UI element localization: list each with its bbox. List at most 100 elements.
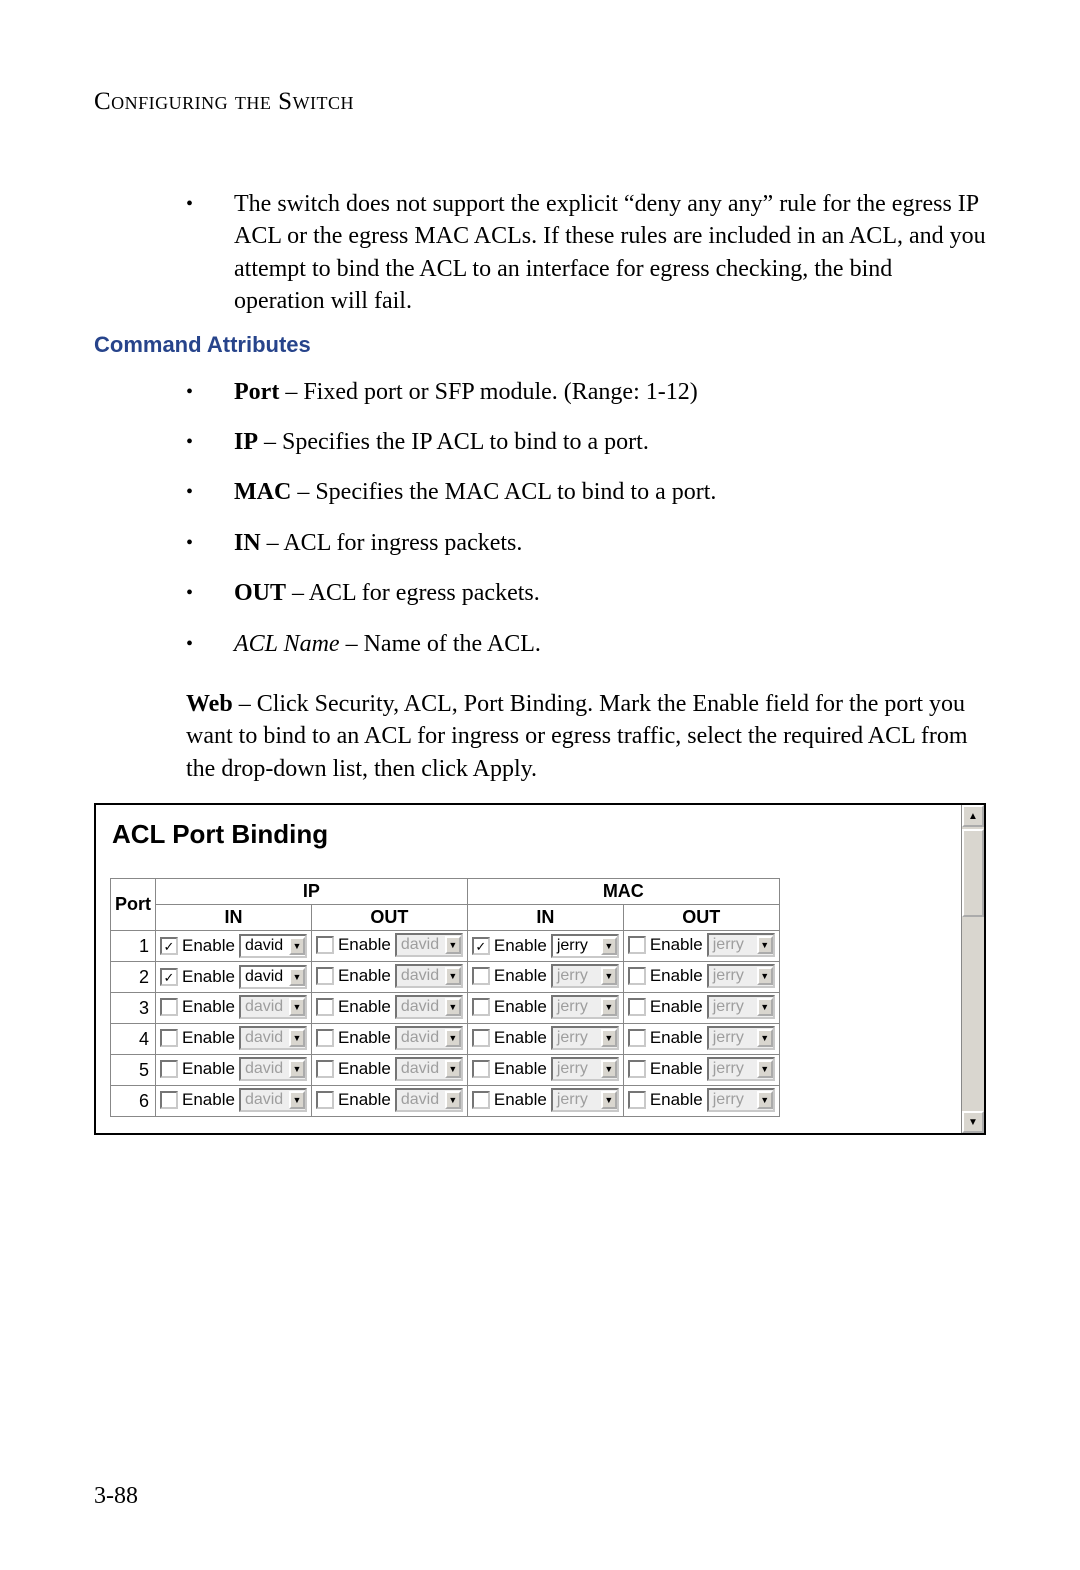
chevron-down-icon[interactable]: ▼ xyxy=(757,1060,773,1078)
acl-select-value: david xyxy=(397,1091,445,1109)
acl-select[interactable]: david▼ xyxy=(239,1026,307,1050)
enable-checkbox[interactable] xyxy=(316,1060,334,1078)
enable-checkbox[interactable] xyxy=(160,1029,178,1047)
chevron-down-icon[interactable]: ▼ xyxy=(445,1091,461,1109)
chevron-down-icon[interactable]: ▼ xyxy=(289,937,305,955)
scroll-down-icon[interactable]: ▼ xyxy=(962,1111,984,1133)
chevron-down-icon[interactable]: ▼ xyxy=(445,1029,461,1047)
chevron-down-icon[interactable]: ▼ xyxy=(757,936,773,954)
acl-select[interactable]: david▼ xyxy=(395,1026,463,1050)
acl-select[interactable]: jerry▼ xyxy=(551,995,619,1019)
acl-select[interactable]: jerry▼ xyxy=(707,995,775,1019)
acl-cell-ip-in: Enabledavid▼ xyxy=(156,931,312,962)
table-row: 1Enabledavid▼Enabledavid▼Enablejerry▼Ena… xyxy=(111,931,780,962)
chevron-down-icon[interactable]: ▼ xyxy=(445,998,461,1016)
chevron-down-icon[interactable]: ▼ xyxy=(601,998,617,1016)
enable-checkbox[interactable] xyxy=(472,1029,490,1047)
enable-checkbox[interactable] xyxy=(628,936,646,954)
chevron-down-icon[interactable]: ▼ xyxy=(289,1091,305,1109)
acl-select[interactable]: jerry▼ xyxy=(707,1057,775,1081)
chevron-down-icon[interactable]: ▼ xyxy=(445,967,461,985)
chevron-down-icon[interactable]: ▼ xyxy=(757,1091,773,1109)
acl-select[interactable]: david▼ xyxy=(395,964,463,988)
acl-select[interactable]: david▼ xyxy=(239,1057,307,1081)
acl-select[interactable]: jerry▼ xyxy=(707,1026,775,1050)
chevron-down-icon[interactable]: ▼ xyxy=(601,967,617,985)
enable-label: Enable xyxy=(182,1059,235,1079)
chevron-down-icon[interactable]: ▼ xyxy=(601,1060,617,1078)
acl-cell-ip-out: Enabledavid▼ xyxy=(311,993,467,1024)
acl-select[interactable]: david▼ xyxy=(395,1057,463,1081)
vertical-scrollbar[interactable]: ▲ ▼ xyxy=(961,805,984,1133)
enable-checkbox[interactable] xyxy=(160,1091,178,1109)
acl-select-value: jerry xyxy=(553,937,601,955)
bullet-icon: • xyxy=(186,628,234,660)
acl-select-value: jerry xyxy=(553,1091,601,1109)
enable-checkbox[interactable] xyxy=(160,937,178,955)
acl-select[interactable]: david▼ xyxy=(239,965,307,989)
enable-checkbox[interactable] xyxy=(472,937,490,955)
bullet-icon: • xyxy=(186,188,234,318)
enable-label: Enable xyxy=(182,967,235,987)
enable-checkbox[interactable] xyxy=(628,967,646,985)
enable-checkbox[interactable] xyxy=(316,998,334,1016)
web-path-lead: Web xyxy=(186,691,233,717)
enable-checkbox[interactable] xyxy=(472,1091,490,1109)
enable-label: Enable xyxy=(494,997,547,1017)
acl-select-value: jerry xyxy=(709,998,757,1016)
enable-label: Enable xyxy=(338,1028,391,1048)
acl-select[interactable]: jerry▼ xyxy=(707,1088,775,1112)
chevron-down-icon[interactable]: ▼ xyxy=(445,936,461,954)
enable-checkbox[interactable] xyxy=(472,998,490,1016)
scroll-up-icon[interactable]: ▲ xyxy=(962,805,984,827)
enable-checkbox[interactable] xyxy=(316,1091,334,1109)
chevron-down-icon[interactable]: ▼ xyxy=(601,1029,617,1047)
acl-select[interactable]: david▼ xyxy=(239,1088,307,1112)
enable-checkbox[interactable] xyxy=(472,967,490,985)
enable-checkbox[interactable] xyxy=(316,967,334,985)
enable-label: Enable xyxy=(182,997,235,1017)
chevron-down-icon[interactable]: ▼ xyxy=(757,967,773,985)
chevron-down-icon[interactable]: ▼ xyxy=(289,968,305,986)
enable-checkbox[interactable] xyxy=(160,1060,178,1078)
port-cell: 3 xyxy=(111,993,156,1024)
acl-select[interactable]: jerry▼ xyxy=(551,1026,619,1050)
acl-cell-mac-out: Enablejerry▼ xyxy=(623,1024,779,1055)
attribute-desc: – Name of the ACL. xyxy=(340,631,541,657)
chevron-down-icon[interactable]: ▼ xyxy=(445,1060,461,1078)
acl-select[interactable]: jerry▼ xyxy=(707,964,775,988)
acl-select[interactable]: david▼ xyxy=(395,995,463,1019)
acl-select[interactable]: jerry▼ xyxy=(551,1057,619,1081)
chevron-down-icon[interactable]: ▼ xyxy=(289,1029,305,1047)
chevron-down-icon[interactable]: ▼ xyxy=(757,998,773,1016)
bullet-icon: • xyxy=(186,426,234,458)
enable-checkbox[interactable] xyxy=(628,1091,646,1109)
enable-checkbox[interactable] xyxy=(316,936,334,954)
acl-select[interactable]: jerry▼ xyxy=(707,933,775,957)
enable-checkbox[interactable] xyxy=(628,998,646,1016)
chevron-down-icon[interactable]: ▼ xyxy=(757,1029,773,1047)
attribute-item: •MAC – Specifies the MAC ACL to bind to … xyxy=(186,476,986,508)
chevron-down-icon[interactable]: ▼ xyxy=(289,998,305,1016)
enable-checkbox[interactable] xyxy=(160,968,178,986)
chevron-down-icon[interactable]: ▼ xyxy=(601,937,617,955)
enable-checkbox[interactable] xyxy=(316,1029,334,1047)
enable-checkbox[interactable] xyxy=(472,1060,490,1078)
panel-title: ACL Port Binding xyxy=(112,819,984,850)
chevron-down-icon[interactable]: ▼ xyxy=(289,1060,305,1078)
scroll-thumb[interactable] xyxy=(962,829,984,917)
acl-select[interactable]: jerry▼ xyxy=(551,964,619,988)
port-cell: 6 xyxy=(111,1086,156,1117)
chevron-down-icon[interactable]: ▼ xyxy=(601,1091,617,1109)
enable-label: Enable xyxy=(650,997,703,1017)
acl-cell-mac-in: Enablejerry▼ xyxy=(467,1024,623,1055)
acl-select[interactable]: david▼ xyxy=(239,995,307,1019)
enable-checkbox[interactable] xyxy=(160,998,178,1016)
acl-select[interactable]: jerry▼ xyxy=(551,1088,619,1112)
acl-select[interactable]: jerry▼ xyxy=(551,934,619,958)
acl-select[interactable]: david▼ xyxy=(395,933,463,957)
acl-select[interactable]: david▼ xyxy=(239,934,307,958)
enable-checkbox[interactable] xyxy=(628,1029,646,1047)
enable-checkbox[interactable] xyxy=(628,1060,646,1078)
acl-select[interactable]: david▼ xyxy=(395,1088,463,1112)
